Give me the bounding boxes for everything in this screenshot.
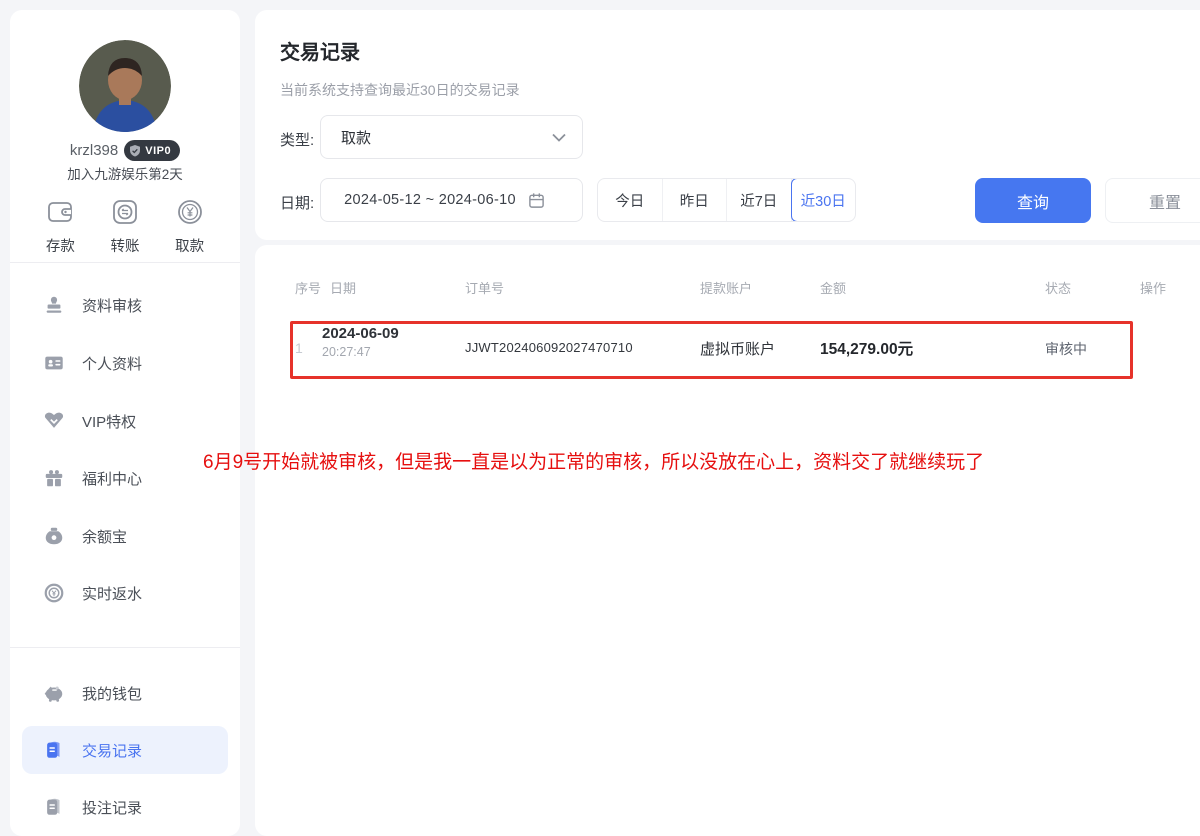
sidebar-item-label: 福利中心: [82, 468, 142, 489]
row-withdraw-account: 虚拟币账户: [700, 338, 775, 359]
gift-icon: [43, 467, 65, 489]
sidebar-item-rebate[interactable]: 实时返水: [22, 569, 228, 617]
column-header-amount: 金额: [820, 278, 846, 297]
range-yesterday-button[interactable]: 昨日: [663, 179, 728, 221]
filter-panel: 交易记录 当前系统支持查询最近30日的交易记录 类型: 取款 日期: 2024-…: [255, 10, 1200, 240]
column-header-date: 日期: [330, 278, 356, 297]
sidebar-item-welfare[interactable]: 福利中心: [22, 454, 228, 502]
vip-badge: VIP0: [124, 140, 180, 161]
transfer-button[interactable]: 转账: [109, 196, 141, 256]
type-select[interactable]: 取款: [320, 115, 583, 159]
sidebar-item-data-review[interactable]: 资料审核: [22, 281, 228, 329]
type-select-value: 取款: [341, 127, 371, 148]
sidebar: krzl398 VIP0 加入九游娱乐第2天 存款 转账: [10, 10, 240, 836]
calendar-icon: [528, 192, 545, 209]
range-today-button[interactable]: 今日: [598, 179, 663, 221]
sidebar-item-profile[interactable]: 个人资料: [22, 339, 228, 387]
page-title: 交易记录: [280, 36, 360, 65]
username: krzl398: [70, 142, 118, 159]
page-subtitle: 当前系统支持查询最近30日的交易记录: [280, 80, 520, 100]
reset-button[interactable]: 重置: [1105, 178, 1200, 223]
sidebar-divider: [10, 647, 240, 648]
betting-records-icon: [43, 796, 65, 818]
quick-action-label: 取款: [175, 235, 204, 256]
chevron-down-icon: [552, 133, 566, 142]
range-7days-button[interactable]: 近7日: [727, 179, 792, 221]
transaction-records-icon: [43, 739, 65, 761]
column-header-status: 状态: [1045, 278, 1071, 297]
avatar-image: [79, 40, 171, 132]
sidebar-item-label: 实时返水: [82, 583, 142, 604]
stamp-icon: [43, 294, 65, 316]
deposit-button[interactable]: 存款: [44, 196, 76, 256]
row-index: 1: [295, 340, 303, 356]
annotation-text: 6月9号开始就被审核，但是我一直是以为正常的审核，所以没放在心上，资料交了就继续…: [203, 447, 984, 474]
sidebar-item-label: VIP特权: [82, 411, 136, 432]
vip-badge-label: VIP0: [145, 145, 171, 157]
row-date-block: 2024-06-09 20:27:47: [322, 325, 399, 359]
type-filter-label: 类型:: [280, 129, 314, 150]
user-line: krzl398 VIP0: [10, 140, 240, 161]
rebate-cycle-icon: [43, 582, 65, 604]
id-card-icon: [43, 352, 65, 374]
sidebar-item-label: 投注记录: [82, 797, 142, 818]
row-amount: 154,279.00元: [820, 337, 913, 359]
quick-action-label: 存款: [46, 235, 75, 256]
row-status: 审核中: [1045, 339, 1087, 359]
sidebar-item-label: 资料审核: [82, 295, 142, 316]
records-panel: 序号 日期 订单号 提款账户 金额 状态 操作 1 2024-06-09 20:…: [255, 245, 1200, 836]
withdraw-yuan-icon: [174, 196, 206, 228]
row-date: 2024-06-09: [322, 325, 399, 342]
sidebar-item-wallet[interactable]: 我的钱包: [22, 669, 228, 717]
sidebar-item-label: 交易记录: [82, 740, 142, 761]
date-range-value: 2024-05-12 ~ 2024-06-10: [344, 192, 516, 208]
sidebar-item-label: 余额宝: [82, 526, 127, 547]
avatar[interactable]: [79, 40, 171, 132]
sidebar-item-transaction-records[interactable]: 交易记录: [22, 726, 228, 774]
transfer-icon: [109, 196, 141, 228]
vip-shield-icon: [128, 144, 142, 158]
quick-actions: 存款 转账 取款: [10, 196, 240, 256]
wallet-icon: [44, 196, 76, 228]
date-range-input[interactable]: 2024-05-12 ~ 2024-06-10: [320, 178, 583, 222]
row-time: 20:27:47: [322, 345, 399, 359]
column-header-index: 序号: [295, 278, 321, 297]
date-filter-label: 日期:: [280, 192, 314, 213]
column-header-action: 操作: [1140, 278, 1166, 297]
column-header-order: 订单号: [465, 278, 504, 297]
range-30days-button[interactable]: 近30日: [791, 178, 857, 222]
row-order-number: JJWT202406092027470710: [465, 340, 633, 355]
column-header-account: 提款账户: [700, 278, 752, 297]
withdraw-button[interactable]: 取款: [174, 196, 206, 256]
sidebar-item-label: 我的钱包: [82, 683, 142, 704]
sidebar-item-label: 个人资料: [82, 353, 142, 374]
sidebar-item-vip[interactable]: VIP特权: [22, 397, 228, 445]
query-button[interactable]: 查询: [975, 178, 1091, 223]
join-days-text: 加入九游娱乐第2天: [10, 163, 240, 183]
page: { "sidebar": { "username": "krzl398", "v…: [0, 0, 1200, 836]
sidebar-item-yuebao[interactable]: 余额宝: [22, 512, 228, 560]
quick-action-label: 转账: [110, 235, 139, 256]
money-bag-icon: [43, 525, 65, 547]
piggy-bank-icon: [43, 682, 65, 704]
sidebar-item-betting-records[interactable]: 投注记录: [22, 783, 228, 831]
vip-gem-icon: [43, 410, 65, 432]
quick-range-group: 今日 昨日 近7日 近30日: [597, 178, 856, 222]
sidebar-divider: [10, 262, 240, 263]
